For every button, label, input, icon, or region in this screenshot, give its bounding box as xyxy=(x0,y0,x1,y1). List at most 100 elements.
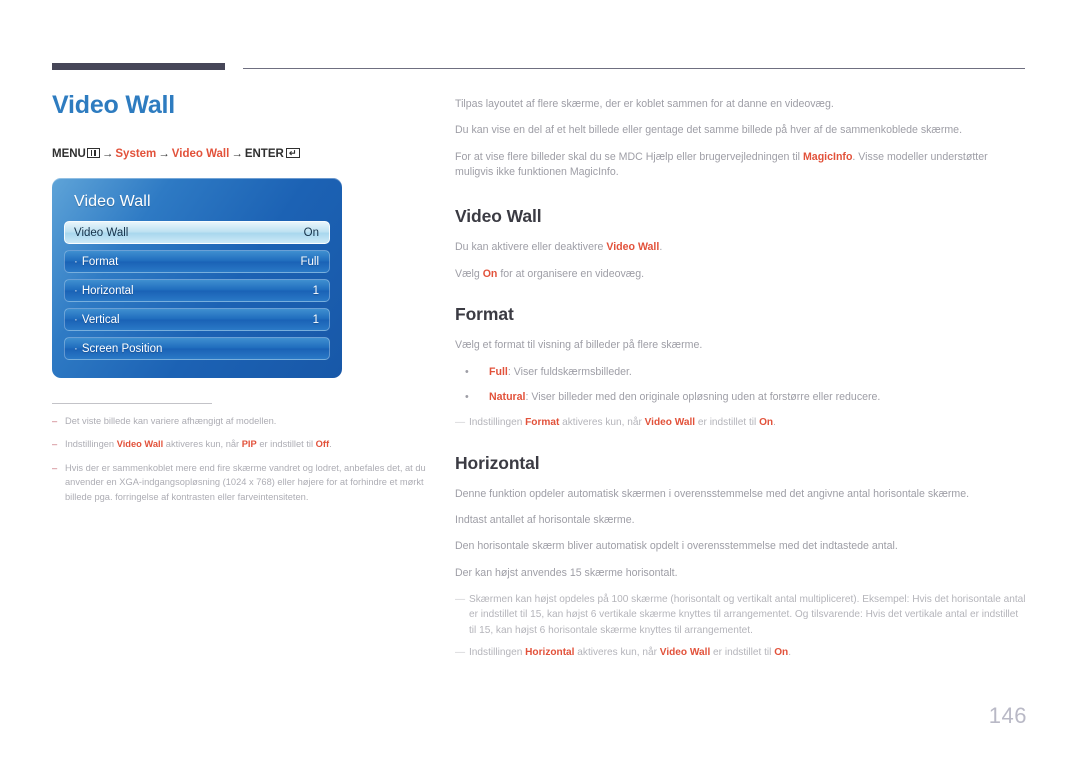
footnote: – Hvis der er sammenkoblet mere end fire … xyxy=(52,461,432,504)
sec2-n1-fragment-3: Video Wall xyxy=(659,646,711,658)
sec2-p3-fragment-0: Der kan højst anvendes 15 skærme horison… xyxy=(455,566,678,579)
section-bullet: • Full: Viser fuldskærmsbilleder. xyxy=(455,365,1027,380)
footnote-text: Indstillingen Video Wall aktiveres kun, … xyxy=(65,437,432,451)
right-column: Tilpas layoutet af flere skærme, der er … xyxy=(455,97,1027,667)
osd-row-horizontal[interactable]: · Horizontal 1 xyxy=(64,279,330,302)
sec2-n1-fragment-4: er indstillet til xyxy=(710,646,775,658)
footnote-0-fragment-0: Det viste billede kan variere afhængigt … xyxy=(65,416,277,426)
header-rule-thin xyxy=(243,68,1025,69)
sec1-b0-fragment-1: : Viser fuldskærmsbilleder. xyxy=(507,365,632,378)
osd-row-value: On xyxy=(303,226,319,239)
footnote-dash-icon: – xyxy=(52,416,58,426)
section-list: Video Wall Du kan aktivere eller deaktive… xyxy=(455,206,1027,660)
osd-row-value: 1 xyxy=(312,284,319,297)
sec2-p0-fragment-0: Denne funktion opdeler automatisk skærme… xyxy=(455,487,970,500)
sec2-p2-fragment-0: Den horisontale skærm bliver automatisk … xyxy=(455,540,898,553)
sec1-b1-fragment-0: Natural xyxy=(489,390,526,403)
footnote-1-fragment-6: . xyxy=(329,439,332,450)
sec1-n0-fragment-4: er indstillet til xyxy=(695,417,760,429)
sec0-p1-fragment-0: Vælg xyxy=(455,267,483,280)
footnote-text: Hvis der er sammenkoblet mere end fire s… xyxy=(65,461,432,504)
footnote-1-fragment-4: er indstillet til xyxy=(256,439,316,450)
osd-row-list: Video Wall On · Format Full · Horizontal 1 · Vert… xyxy=(64,221,330,360)
footnote-1-fragment-2: aktiveres kun, når xyxy=(163,439,242,450)
footnote-dash-icon: — xyxy=(455,594,465,605)
osd-row-bullet-icon: · xyxy=(74,255,78,268)
intro-2-fragment-0: For at vise flere billeder skal du se MD… xyxy=(455,150,803,163)
sec1-n0-fragment-5: On xyxy=(759,417,774,429)
osd-row-vertical[interactable]: · Vertical 1 xyxy=(64,308,330,331)
header-rule-thick xyxy=(52,63,225,70)
section-paragraph: Denne funktion opdeler automatisk skærme… xyxy=(455,487,1027,502)
osd-row-bullet-icon: · xyxy=(74,342,78,355)
enter-label: ENTER xyxy=(244,147,284,160)
osd-row-bullet-icon: · xyxy=(74,284,78,297)
footnote-1-fragment-3: PIP xyxy=(241,439,257,450)
breadcrumb-arrow-2: → xyxy=(158,147,170,160)
sec2-n1-fragment-6: . xyxy=(788,646,792,658)
bullet-text: Natural: Viser billeder med den original… xyxy=(489,390,1027,405)
osd-row-screen-position[interactable]: · Screen Position xyxy=(64,337,330,360)
intro-1-fragment-0: Du kan vise en del af et helt billede el… xyxy=(455,124,963,137)
osd-row-label: Video Wall xyxy=(74,226,129,239)
osd-row-value: Full xyxy=(300,255,319,268)
intro-0-fragment-0: Tilpas layoutet af flere skærme, der er … xyxy=(455,98,834,110)
sec2-n1-fragment-5: On xyxy=(774,646,789,658)
bullet-dot-icon: • xyxy=(465,390,469,403)
intro-2-fragment-1: MagicInfo xyxy=(802,150,853,163)
osd-row-video-wall[interactable]: Video Wall On xyxy=(64,221,330,244)
section-footnote: — Indstillingen Horizontal aktiveres kun,… xyxy=(455,645,1027,660)
breadcrumb-arrow-3: → xyxy=(231,147,243,160)
footnote-1-fragment-0: Indstillingen xyxy=(65,439,117,450)
sec2-n1-fragment-2: aktiveres kun, når xyxy=(574,646,660,658)
page-number: 146 xyxy=(988,703,1027,728)
footnote-1-fragment-1: Video Wall xyxy=(116,439,164,450)
footnote-text: Indstillingen Horizontal aktiveres kun, … xyxy=(469,645,1027,660)
sec0-p1-fragment-1: On xyxy=(482,267,498,280)
footnote-dash-icon: — xyxy=(455,646,465,658)
section-heading-video-wall: Video Wall xyxy=(455,206,542,227)
page-title: Video Wall xyxy=(52,91,176,119)
sec1-n0-fragment-3: Video Wall xyxy=(644,417,696,429)
osd-row-format[interactable]: · Format Full xyxy=(64,250,330,273)
sec1-n0-fragment-6: . xyxy=(773,417,776,429)
section-paragraph: Der kan højst anvendes 15 skærme horison… xyxy=(455,566,1027,581)
section-heading-format: Format xyxy=(455,304,514,325)
section-footnote: — Skærmen kan højst opdeles på 100 skærme… xyxy=(455,592,1027,638)
section-paragraph: Vælg et format til visning af billeder p… xyxy=(455,338,1027,353)
section-paragraph: Vælg On for at organisere en videovæg. xyxy=(455,267,1027,282)
section-paragraph: Den horisontale skærm bliver automatisk … xyxy=(455,539,1027,554)
breadcrumb-arrow-1: → xyxy=(101,147,114,160)
footnote-2-fragment-0: Hvis der er sammenkoblet mere end fire s… xyxy=(65,462,426,502)
enter-return-icon: ↵ xyxy=(285,147,300,158)
left-footnote-list: – Det viste billede kan variere afhængigt… xyxy=(52,414,432,504)
footnote-text: Det viste billede kan variere afhængigt … xyxy=(65,414,432,428)
section-bullet: • Natural: Viser billeder med den origina… xyxy=(455,390,1027,405)
osd-row-value: 1 xyxy=(312,313,319,326)
bullet-text: Full: Viser fuldskærmsbilleder. xyxy=(489,365,1027,380)
osd-row-label: · Format xyxy=(74,255,119,268)
sec1-n0-fragment-2: aktiveres kun, når xyxy=(559,417,645,429)
footnote-text: Skærmen kan højst opdeles på 100 skærme … xyxy=(469,592,1027,638)
menu-breadcrumb: MENU → System → Video Wall → ENTER ↵ xyxy=(52,147,432,161)
sec0-p0-fragment-0: Du kan aktivere eller deaktivere xyxy=(455,241,607,254)
section-heading-horizontal: Horizontal xyxy=(455,452,540,473)
sec2-n1-fragment-1: Horizontal xyxy=(525,646,575,658)
breadcrumb-step-video-wall[interactable]: Video Wall xyxy=(172,148,230,160)
footnote-divider xyxy=(52,403,212,404)
footnote-dash-icon: – xyxy=(52,462,58,473)
osd-row-label: · Screen Position xyxy=(74,342,163,355)
left-column: Video Wall MENU → System → Video Wall → ENTER ↵… xyxy=(52,91,432,513)
menu-label: MENU xyxy=(52,147,86,160)
footnote: – Indstillingen Video Wall aktiveres kun,… xyxy=(52,437,432,451)
intro-paragraph: Tilpas layoutet af flere skærme, der er … xyxy=(455,97,1027,112)
breadcrumb-step-system[interactable]: System xyxy=(115,148,156,160)
section-paragraph: Indtast antallet af horisontale skærme. xyxy=(455,513,1027,528)
sec0-p1-fragment-2: for at organisere en videovæg. xyxy=(497,267,645,280)
sec1-n0-fragment-0: Indstillingen xyxy=(469,417,526,429)
footnote-dash-icon: – xyxy=(52,439,58,450)
footnote-dash-icon: — xyxy=(455,417,465,429)
section-footnote: — Indstillingen Format aktiveres kun, når… xyxy=(455,415,1027,430)
section-paragraph: Du kan aktivere eller deaktivere Video W… xyxy=(455,240,1027,255)
osd-row-label: · Horizontal xyxy=(74,284,134,297)
